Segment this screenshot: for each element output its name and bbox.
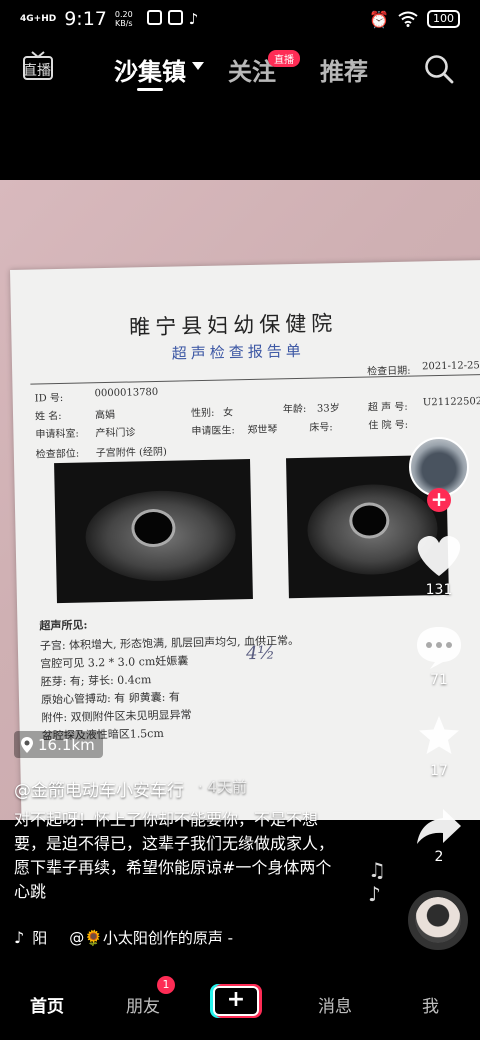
ward-label: 住 院 号: xyxy=(368,419,409,432)
notification-icon xyxy=(146,10,162,25)
finding-line: 胚芽: 有; 芽长: 0.4cm xyxy=(40,673,152,689)
network-indicator: 4G+HD xyxy=(20,13,57,24)
create-plus-icon: + xyxy=(213,986,259,1016)
handwritten-note: 4½ xyxy=(245,642,276,665)
top-nav: 直播 沙集镇 关注 直播 推荐 xyxy=(0,38,480,98)
hospital-name: 睢宁县妇幼保健院 xyxy=(128,311,338,340)
dept-label: 申请科室: xyxy=(35,428,79,441)
network-speed: 0.20 KB/s xyxy=(114,10,133,28)
like-heart-icon[interactable] xyxy=(409,532,469,580)
divider xyxy=(30,373,480,385)
favorite-count: 17 xyxy=(430,763,448,779)
location-distance: 16.1km xyxy=(38,735,95,754)
video-caption[interactable]: 对不起呀！怀上了你却不能要你，不是不想要，是迫不得已，这辈子我们无缘做成家人，愿… xyxy=(14,808,344,904)
exam-date: 2021-12-25 xyxy=(422,360,480,373)
share-count: 2 xyxy=(434,849,444,865)
music-title-scroll: 阳 xyxy=(32,929,48,947)
favorite-star-icon[interactable] xyxy=(409,714,469,758)
battery-indicator: 100 xyxy=(427,10,460,28)
dept-value: 产科门诊 xyxy=(95,427,136,440)
tab-recommend[interactable]: 推荐 xyxy=(320,52,368,87)
finding-line: 原始心管搏动: 有 卵黄囊: 有 xyxy=(40,690,181,707)
author-row: @金箭电动车小安车行 · 4天前 xyxy=(14,776,247,801)
alarm-icon: ⏰ xyxy=(369,9,389,29)
comment-bubble-icon[interactable] xyxy=(409,624,469,670)
finding-line: 附件: 双侧附件区未见明显异常 xyxy=(41,708,192,725)
live-label: 直播 xyxy=(23,63,51,79)
like-count: 131 xyxy=(425,582,453,598)
search-icon[interactable] xyxy=(424,54,454,84)
findings-title: 超声所见: xyxy=(39,618,88,633)
chevron-down-icon[interactable] xyxy=(192,62,204,71)
age-label: 年龄: xyxy=(282,403,307,416)
nav-friends[interactable]: 朋友 xyxy=(126,992,160,1017)
tab-local[interactable]: 沙集镇 xyxy=(114,52,186,87)
live-badge: 直播 xyxy=(268,50,300,67)
bottom-nav: 首页 朋友 1 + 消息 我 xyxy=(0,968,480,1040)
music-title: @🌻小太阳创作的原声 - xyxy=(69,929,234,947)
ultrasound-image-left xyxy=(54,459,253,604)
author-handle[interactable]: @金箭电动车小安车行 xyxy=(14,776,184,801)
checklist-icon xyxy=(167,10,183,25)
us-no-value: U211225023 xyxy=(422,396,480,409)
gender-label: 性别: xyxy=(190,407,215,420)
wifi-icon xyxy=(398,11,418,27)
live-button[interactable]: 直播 xyxy=(22,50,54,82)
post-time: · 4天前 xyxy=(198,778,248,796)
follow-button[interactable]: + xyxy=(427,488,451,512)
nav-home[interactable]: 首页 xyxy=(30,992,64,1017)
name-label: 姓 名: xyxy=(34,410,62,423)
share-arrow-icon[interactable] xyxy=(409,806,469,848)
report-title: 超声检查报告单 xyxy=(171,341,305,363)
comment-count: 71 xyxy=(430,672,448,688)
clock: 9:17 xyxy=(64,8,107,30)
music-note-icon: ♪ xyxy=(14,928,25,947)
tiktok-icon: ♪ xyxy=(188,10,199,28)
name-value: 高娟 xyxy=(94,409,116,422)
floating-notes-icon: ♫ ♪ xyxy=(368,858,386,906)
age-value: 33岁 xyxy=(316,403,340,415)
doctor-value: 郑世琴 xyxy=(247,424,278,437)
doctor-label: 申请医生: xyxy=(191,425,235,438)
music-disc[interactable] xyxy=(408,890,468,950)
finding-line: 宫腔可见 3.2 * 3.0 cm妊娠囊 xyxy=(40,654,189,671)
id-label: ID 号: xyxy=(34,392,64,405)
part-value: 子宫附件 (经阴) xyxy=(95,446,167,460)
music-cover xyxy=(415,897,461,943)
location-tag[interactable]: 16.1km xyxy=(14,731,103,758)
nav-me[interactable]: 我 xyxy=(422,992,439,1017)
id-value: 0000013780 xyxy=(94,386,159,400)
create-button[interactable]: + xyxy=(210,984,262,1018)
us-no-label: 超 声 号: xyxy=(367,401,408,414)
active-tab-indicator xyxy=(137,88,163,91)
status-bar: 4G+HD 9:17 0.20 KB/s ♪ ⏰ 100 xyxy=(0,0,480,38)
location-pin-icon xyxy=(21,736,33,753)
gender-value: 女 xyxy=(222,407,234,419)
part-label: 检查部位: xyxy=(35,448,80,461)
music-row[interactable]: ♪ 阳 @🌻小太阳创作的原声 - xyxy=(14,927,233,948)
friends-badge: 1 xyxy=(157,976,175,994)
bed-label: 床号: xyxy=(309,422,333,434)
nav-messages[interactable]: 消息 xyxy=(318,992,352,1017)
video-content[interactable]: 睢宁县妇幼保健院 超声检查报告单 检查日期: 2021-12-25 ID 号: … xyxy=(0,180,480,820)
